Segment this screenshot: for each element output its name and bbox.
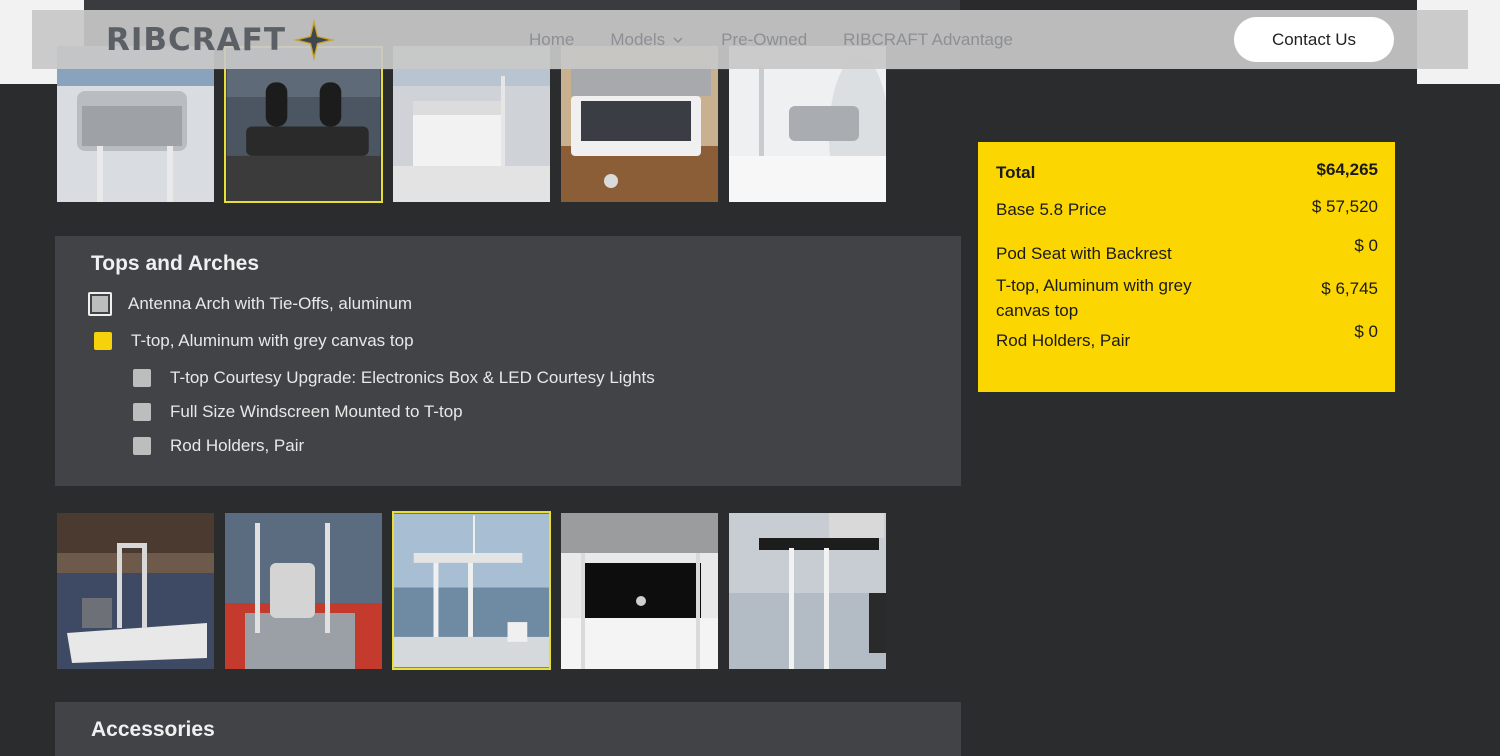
nav-home[interactable]: Home: [529, 30, 574, 50]
option-antenna-arch[interactable]: Antenna Arch with Tie-Offs, aluminum: [88, 292, 413, 316]
nav-home-label: Home: [529, 29, 575, 49]
tops-arches-title: Tops and Arches: [91, 252, 260, 275]
nav-pre-owned-label: Pre-Owned: [721, 29, 808, 49]
checkbox-antenna-arch[interactable]: [88, 292, 112, 316]
top-thumbnail-4[interactable]: [561, 513, 718, 669]
seat-thumbnail-2[interactable]: [224, 46, 383, 203]
header-backdrop-right: [960, 0, 1417, 10]
nav-models-label: Models: [610, 29, 666, 49]
accessories-panel: Accessories: [55, 702, 961, 756]
checkbox-rod-holders[interactable]: [133, 437, 151, 455]
top-thumbnail-1[interactable]: [57, 513, 214, 669]
option-t-top[interactable]: T-top, Aluminum with grey canvas top: [94, 331, 414, 351]
summary-row: Rod Holders, Pair $ 0: [996, 322, 1378, 353]
summary-row: T-top, Aluminum with grey canvas top $ 6…: [996, 273, 1378, 323]
price-summary: Total $64,265 Base 5.8 Price $ 57,520 Po…: [978, 142, 1395, 392]
tops-arches-panel: Tops and Arches Antenna Arch with Tie-Of…: [55, 236, 961, 486]
option-courtesy-upgrade[interactable]: T-top Courtesy Upgrade: Electronics Box …: [133, 368, 655, 388]
summary-row-value: $ 6,745: [1321, 279, 1378, 298]
summary-row: Base 5.8 Price $ 57,520: [996, 197, 1378, 222]
summary-total-label: Total: [996, 163, 1036, 182]
nav-advantage-label: RIBCRAFT Advantage: [843, 29, 1013, 49]
contact-us-button[interactable]: Contact Us: [1234, 17, 1394, 62]
option-label: T-top, Aluminum with grey canvas top: [131, 331, 414, 350]
checkbox-windscreen[interactable]: [133, 403, 151, 421]
top-thumbnail-5[interactable]: [729, 513, 886, 669]
summary-row-label: T-top, Aluminum with grey canvas top: [996, 276, 1192, 320]
option-rod-holders[interactable]: Rod Holders, Pair: [133, 436, 304, 456]
top-thumbnail-2[interactable]: [225, 513, 382, 669]
seat-thumbnail-1[interactable]: [57, 46, 214, 202]
seat-thumbnail-4[interactable]: [561, 46, 718, 202]
summary-row-value: $ 0: [1354, 236, 1378, 255]
seat-thumbnail-5[interactable]: [729, 46, 886, 202]
nav-advantage[interactable]: RIBCRAFT Advantage: [843, 30, 1013, 50]
accessories-title: Accessories: [91, 718, 215, 741]
option-label: T-top Courtesy Upgrade: Electronics Box …: [170, 368, 655, 387]
star-logo-icon: [292, 19, 335, 61]
nav-links: Home Models Pre-Owned RIBCRAFT Advantage: [529, 10, 1013, 69]
option-label: Full Size Windscreen Mounted to T-top: [170, 402, 463, 421]
top-navbar: RIBCRAFT Home Models Pre-Owned RIBCRAFT …: [32, 10, 1468, 69]
summary-row-label: Base 5.8 Price: [996, 200, 1107, 219]
chevron-down-icon: [673, 36, 683, 43]
option-windscreen[interactable]: Full Size Windscreen Mounted to T-top: [133, 402, 463, 422]
summary-row: Pod Seat with Backrest $ 0: [996, 236, 1378, 266]
seat-thumbnail-3[interactable]: [393, 46, 550, 202]
brand-logo[interactable]: RIBCRAFT: [106, 18, 336, 62]
nav-models[interactable]: Models: [610, 30, 685, 50]
checkbox-courtesy-upgrade[interactable]: [133, 369, 151, 387]
summary-row-value: $ 57,520: [1311, 197, 1378, 216]
option-label: Antenna Arch with Tie-Offs, aluminum: [128, 294, 413, 313]
nav-pre-owned[interactable]: Pre-Owned: [721, 30, 807, 50]
summary-row-label: Pod Seat with Backrest: [996, 244, 1172, 263]
summary-row-label: Rod Holders, Pair: [996, 331, 1131, 350]
summary-row-value: $ 0: [1354, 322, 1378, 341]
option-label: Rod Holders, Pair: [170, 436, 305, 455]
brand-name: RIBCRAFT: [106, 22, 286, 58]
checkbox-t-top[interactable]: [94, 332, 112, 350]
top-thumbnail-3[interactable]: [392, 511, 551, 670]
summary-total-value: $64,265: [1316, 160, 1378, 179]
summary-total-row: Total $64,265: [996, 160, 1378, 185]
